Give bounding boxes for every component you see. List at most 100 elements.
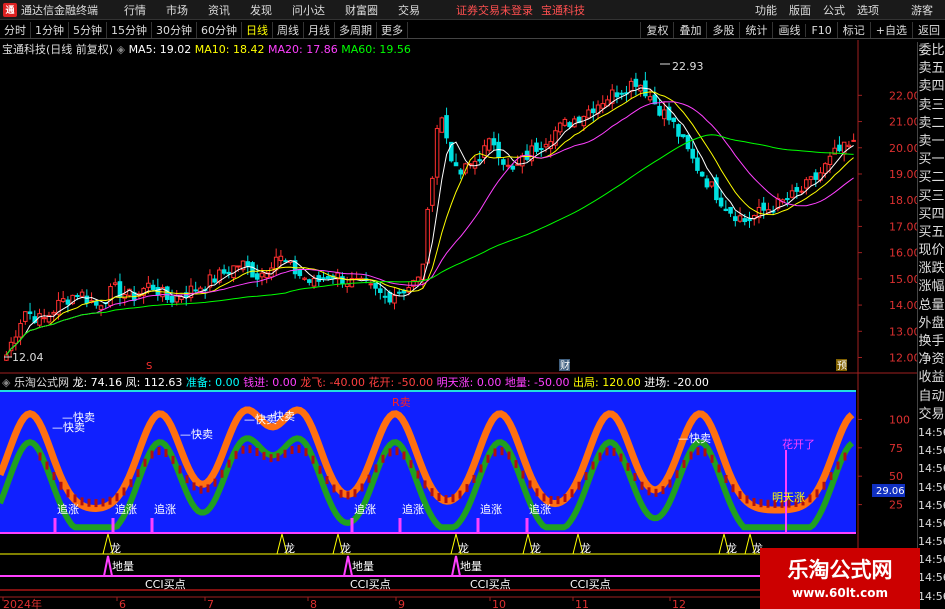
price-tick-label-10: 22.00 (889, 89, 917, 102)
tool-fanhui[interactable]: 返回 (912, 22, 945, 38)
ma-line-ma10 (5, 91, 854, 356)
tool-duogu[interactable]: 多股 (706, 22, 739, 38)
side-label-26: 14:56 (918, 516, 945, 530)
candle-body (392, 295, 397, 304)
candle-body (690, 148, 695, 159)
tool-biaoji[interactable]: 标记 (836, 22, 870, 38)
period-daily[interactable]: 日线 (242, 21, 273, 38)
period-weekly[interactable]: 周线 (273, 21, 304, 38)
label-kuaimai-4: —快卖 (262, 410, 295, 423)
candle-body (458, 169, 464, 175)
huakai-value: 花开: -50.00 (368, 376, 434, 389)
candle-body (477, 159, 482, 162)
menu-item-hangqing[interactable]: 行情 (114, 2, 156, 18)
candle-body (439, 117, 445, 133)
login-notice[interactable]: 证券交易未登录 (456, 2, 533, 18)
guest-label[interactable]: 游客 (905, 2, 939, 18)
tool-zixuan[interactable]: +自选 (869, 22, 912, 38)
menu-item-jiaoyi[interactable]: 交易 (388, 2, 430, 18)
period-60min[interactable]: 60分钟 (197, 21, 242, 38)
menu-xuanxiang[interactable]: 选项 (851, 2, 885, 18)
tool-tongji[interactable]: 统计 (739, 22, 772, 38)
period-30min[interactable]: 30分钟 (152, 21, 197, 38)
label-zhuizhang-4: 追涨 (402, 502, 424, 516)
side-label-21: 14:56 (918, 425, 945, 439)
menu-gongshi[interactable]: 公式 (817, 2, 851, 18)
settings-icon[interactable]: ◈ (117, 43, 125, 56)
menu-item-shichang[interactable]: 市场 (156, 2, 198, 18)
side-label-19: 自动 (918, 388, 945, 404)
candle-body (79, 291, 85, 297)
menu-item-zixun[interactable]: 资讯 (198, 2, 240, 18)
label-kuaimai-1: —快卖 (62, 411, 95, 424)
period-1min[interactable]: 1分钟 (31, 21, 69, 38)
candle-body (236, 265, 241, 268)
menubar: 通 通达信金融终端 行情 市场 资讯 发现 问小达 财富圈 交易 证券交易未登录… (0, 0, 945, 20)
label-zhuizhang-1: 追涨 (115, 502, 137, 516)
app-logo-icon: 通 (3, 2, 17, 17)
label-long-1: 龙 (284, 542, 295, 555)
label-zhuizhang-5: 追涨 (480, 502, 502, 516)
side-label-30: 14:56 (918, 589, 945, 603)
marker-s: S (146, 361, 152, 372)
candle-body (75, 295, 80, 298)
candle-body (13, 336, 19, 344)
tool-fuquan[interactable]: 复权 (640, 22, 673, 38)
candle-body (505, 164, 511, 167)
price-tick-label-8: 20.00 (889, 142, 917, 155)
menu-item-caifuquan[interactable]: 财富圈 (335, 2, 388, 18)
period-multi[interactable]: 多周期 (335, 21, 377, 38)
menu-item-wenxiaoda[interactable]: 问小达 (282, 2, 335, 18)
candle-body (628, 80, 634, 92)
label-long-6: 龙 (726, 542, 737, 555)
candle-body (837, 144, 842, 152)
label-long-2: 龙 (340, 542, 351, 555)
zhunbei-value: 准备: 0.00 (185, 376, 240, 389)
side-label-23: 14:56 (918, 462, 945, 476)
label-long-5: 龙 (580, 542, 591, 555)
label-mingtianzhang: 明天涨 (772, 491, 805, 504)
main-chart-info: 宝通科技(日线 前复权) ◈ MA5: 19.02 MA10: 18.42 MA… (2, 41, 411, 56)
diliang-value: 地量: -50.00 (504, 376, 570, 389)
watermark-line2: www.60lt.com (791, 586, 889, 600)
label-zhuizhang-0: 追涨 (57, 502, 79, 516)
menu-item-faxian[interactable]: 发现 (240, 2, 282, 18)
stock-name-notice: 宝通科技 (541, 3, 585, 17)
label-diliang-2: 地量 (460, 560, 482, 573)
label-kuaimai-5: —快卖 (678, 432, 711, 445)
candle-body (41, 317, 47, 320)
side-label-4: 卖二 (918, 115, 945, 131)
period-5min[interactable]: 5分钟 (69, 21, 107, 38)
label-long-4: 龙 (530, 542, 541, 555)
indicator-name: 乐淘公式网 (13, 376, 69, 389)
mingtian-value: 明天涨: 0.00 (436, 376, 502, 389)
period-more[interactable]: 更多 (377, 21, 408, 38)
diliang-spike-2 (451, 555, 461, 577)
menu-gongneng[interactable]: 功能 (749, 2, 783, 18)
period-15min[interactable]: 15分钟 (107, 21, 152, 38)
stock-title: 宝通科技(日线 前复权) (2, 43, 114, 56)
candle-body (827, 155, 833, 165)
candle-body (84, 295, 90, 304)
candle-body (27, 311, 33, 315)
side-label-7: 买二 (918, 170, 945, 186)
tool-f10[interactable]: F10 (805, 23, 836, 37)
gear-icon[interactable]: ◈ (2, 376, 10, 389)
chart-area[interactable]: 12.00 13.00 14.00 15.00 16.00 17.00 18.00 19.00… (0, 40, 917, 609)
tool-huaxian[interactable]: 画线 (772, 22, 805, 38)
marker-cai: 财 (560, 359, 570, 372)
period-fenshi[interactable]: 分时 (0, 21, 31, 38)
price-tick-label-9: 21.00 (889, 116, 917, 129)
label-long-3: 龙 (458, 542, 469, 555)
marker-yu: 预 (837, 360, 847, 372)
menu-banmian[interactable]: 版面 (783, 2, 817, 18)
x-label-5: 10 (492, 598, 506, 609)
tool-diejia[interactable]: 叠加 (673, 22, 706, 38)
candle-body (212, 278, 217, 283)
candle-body (373, 282, 378, 289)
jinchang-value: 进场: -20.00 (644, 376, 709, 389)
feng-value: 凤: 112.63 (125, 376, 183, 389)
candle-body (728, 206, 733, 214)
side-label-20: 交易 (918, 406, 945, 422)
period-monthly[interactable]: 月线 (304, 21, 335, 38)
